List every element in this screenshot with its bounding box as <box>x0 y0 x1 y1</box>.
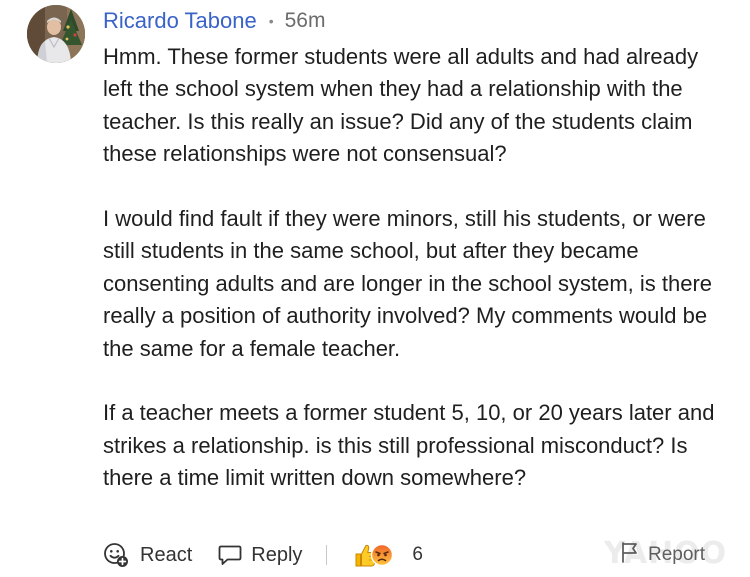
meta-separator: • <box>268 13 274 29</box>
comment-paragraph: I would find fault if they were minors, … <box>103 206 713 361</box>
actions-divider <box>326 545 328 565</box>
author-name[interactable]: Ricardo Tabone <box>103 8 257 34</box>
reply-label: Reply <box>251 543 303 566</box>
react-button[interactable]: React <box>103 542 192 568</box>
report-label: Report <box>648 544 706 565</box>
comment-body: Hmm. These former students were all adul… <box>103 41 733 495</box>
speech-bubble-icon <box>218 544 242 566</box>
comment-paragraph: Hmm. These former students were all adul… <box>103 44 699 167</box>
reaction-summary[interactable]: 6 <box>353 541 423 569</box>
add-reaction-icon <box>103 542 129 568</box>
avatar[interactable] <box>27 5 85 63</box>
angry-face-icon <box>370 543 394 572</box>
timestamp: 56m <box>284 9 326 32</box>
reaction-emojis <box>353 541 397 569</box>
comment-header: Ricardo Tabone • 56m <box>103 6 325 36</box>
comment-paragraph: If a teacher meets a former student 5, 1… <box>103 400 715 491</box>
reply-button[interactable]: Reply <box>218 544 302 567</box>
report-button[interactable]: Report <box>620 541 705 569</box>
react-label: React <box>140 543 193 566</box>
flag-icon <box>620 541 640 569</box>
comment: Ricardo Tabone • 56m Hmm. These former s… <box>0 0 750 577</box>
reaction-count: 6 <box>412 544 423 565</box>
